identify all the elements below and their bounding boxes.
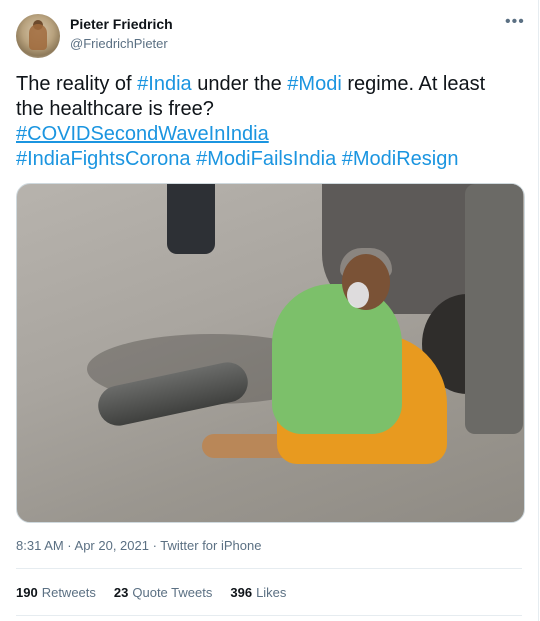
photo-oxygen-mask xyxy=(347,282,369,308)
photo-blouse xyxy=(272,284,402,434)
likes-label: Likes xyxy=(256,585,287,600)
quote-tweets-label: Quote Tweets xyxy=(132,585,213,600)
tweet-text: The reality of #India under the #Modi re… xyxy=(16,72,516,172)
engagement-stats: 190 Retweets 23 Quote Tweets 396 Likes xyxy=(16,585,286,600)
retweets-label: Retweets xyxy=(41,585,96,600)
likes-stat[interactable]: 396 Likes xyxy=(230,585,286,600)
author-name[interactable]: Pieter Friedrich xyxy=(70,16,173,32)
photo-pedestrian xyxy=(167,184,215,254)
tweet-text-part: The reality of xyxy=(16,73,138,95)
tweet-timestamp[interactable]: 8:31 AM · Apr 20, 2021 · Twitter for iPh… xyxy=(16,538,261,553)
hashtag-modi-fails-india[interactable]: #ModiFailsIndia xyxy=(196,148,336,170)
hashtag-modi-resign[interactable]: #ModiResign xyxy=(342,148,459,170)
avatar[interactable] xyxy=(16,14,60,58)
hashtag-covid-second-wave[interactable]: #COVIDSecondWaveInIndia xyxy=(16,123,269,145)
retweets-count: 190 xyxy=(16,585,38,600)
more-options-icon[interactable]: ••• xyxy=(505,13,525,31)
likes-count: 396 xyxy=(230,585,253,600)
retweets-stat[interactable]: 190 Retweets xyxy=(16,585,96,600)
photo-standing-person xyxy=(465,184,523,434)
divider xyxy=(16,615,522,616)
tweet-card: Pieter Friedrich @FriedrichPieter ••• Th… xyxy=(0,0,539,621)
quote-tweets-count: 23 xyxy=(113,585,129,600)
divider xyxy=(16,568,522,569)
hashtag-india-fights-corona[interactable]: #IndiaFightsCorona xyxy=(16,148,191,170)
hashtag-india[interactable]: #India xyxy=(137,73,192,95)
author-handle[interactable]: @FriedrichPieter xyxy=(70,36,168,51)
hashtag-modi[interactable]: #Modi xyxy=(287,73,341,95)
tweet-text-part: under the xyxy=(191,73,288,95)
tweet-photo[interactable] xyxy=(16,183,525,523)
avatar-figure xyxy=(29,24,47,50)
quote-tweets-stat[interactable]: 23 Quote Tweets xyxy=(114,585,212,600)
